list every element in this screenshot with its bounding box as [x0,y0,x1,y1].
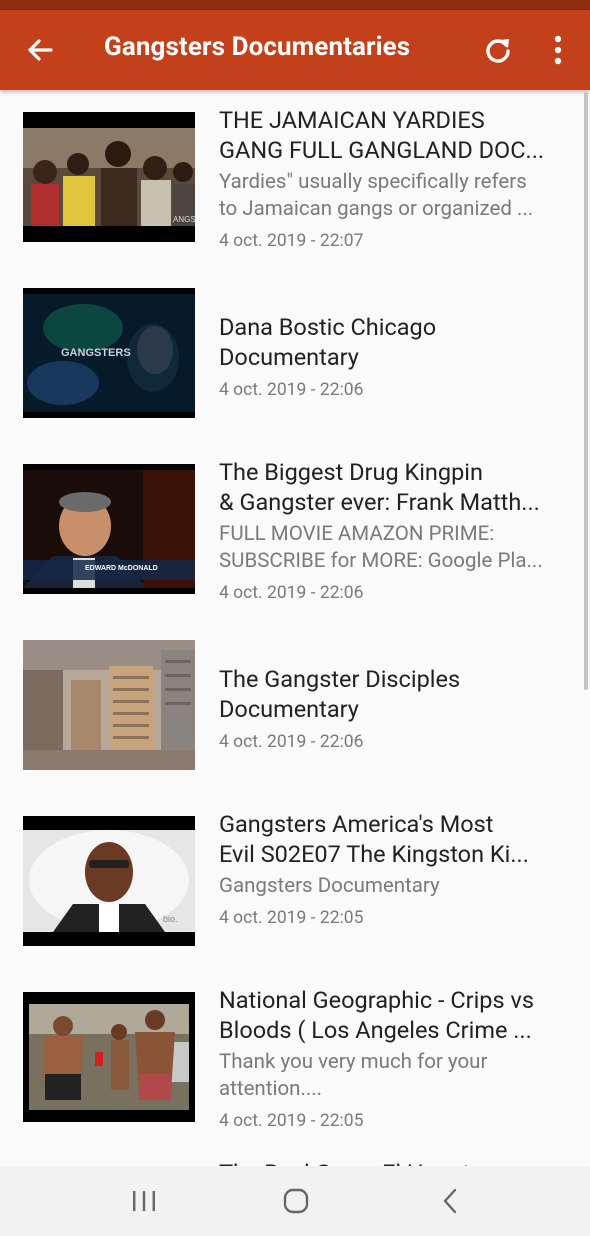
video-date: 4 oct. 2019 - 22:06 [219,732,364,752]
video-title: Documentary [219,695,359,723]
video-title: Evil S02E07 The Kingston Ki... [219,840,529,868]
video-item[interactable]: EDWARD McDONALD The Biggest Drug Kingpin… [0,442,590,618]
video-title: Bloods ( Los Angeles Crime ... [219,1016,532,1044]
scrollbar[interactable] [584,92,588,690]
video-item[interactable]: National Geographic - Crips vs Bloods ( … [0,970,590,1146]
status-bar [0,0,590,10]
video-item[interactable]: The Real Gang: El Haunt... [0,1146,590,1166]
thumbnail-label: GANGSTERS [61,347,131,359]
home-icon[interactable] [276,1184,316,1218]
recent-apps-icon[interactable] [124,1184,164,1218]
thumbnail-label: bio. [163,914,178,924]
video-thumbnail[interactable]: EDWARD McDONALD [23,464,195,594]
video-description: SUBSCRIBE for MORE: Google Pla... [219,549,543,573]
nav-back-icon[interactable] [430,1184,470,1218]
video-list[interactable]: ANGS THE JAMAICAN YARDIES GANG FULL GANG… [0,90,590,1166]
more-vertical-icon[interactable] [544,32,572,68]
video-thumbnail[interactable] [23,640,195,770]
video-title: THE JAMAICAN YARDIES [219,106,485,134]
page-title: Gangsters Documentaries [104,32,411,62]
video-title: Dana Bostic Chicago [219,313,437,341]
svg-text:ANGS: ANGS [173,215,195,224]
system-nav-bar [0,1166,590,1236]
video-title: GANG FULL GANGLAND DOC... [219,136,545,164]
video-description: Thank you very much for your [219,1050,488,1074]
video-description: attention.... [219,1077,323,1101]
video-title: & Gangster ever: Frank Matth... [219,488,540,516]
refresh-icon[interactable] [482,34,514,66]
video-thumbnail[interactable] [23,992,195,1122]
video-description: FULL MOVIE AMAZON PRIME: [219,522,495,546]
video-item[interactable]: ANGS THE JAMAICAN YARDIES GANG FULL GANG… [0,90,590,266]
video-item[interactable]: bio. Gangsters America's Most Evil S02E0… [0,794,590,970]
app-bar: Gangsters Documentaries [0,10,590,90]
video-item[interactable]: GANGSTERS Dana Bostic Chicago Documentar… [0,266,590,442]
video-date: 4 oct. 2019 - 22:06 [219,583,364,603]
video-title: The Gangster Disciples [219,665,461,693]
video-item[interactable]: The Gangster Disciples Documentary 4 oct… [0,618,590,794]
video-description: Gangsters Documentary [219,874,440,898]
video-description: to Jamaican gangs or organized ... [219,197,534,221]
video-thumbnail[interactable]: GANGSTERS [23,288,195,418]
video-title: National Geographic - Crips vs [219,986,534,1014]
arrow-left-icon[interactable] [22,32,58,68]
video-title: The Biggest Drug Kingpin [219,458,483,486]
video-description: Yardies" usually specifically refers [219,170,527,194]
video-date: 4 oct. 2019 - 22:05 [219,1111,364,1131]
video-date: 4 oct. 2019 - 22:07 [219,231,364,251]
video-title: The Real Gang: El Haunt... [219,1158,571,1166]
video-date: 4 oct. 2019 - 22:05 [219,908,364,928]
video-title: Documentary [219,343,359,371]
video-thumbnail[interactable]: ANGS [23,112,195,242]
thumbnail-label: EDWARD McDONALD [85,565,158,572]
video-thumbnail[interactable]: bio. [23,816,195,946]
video-title: Gangsters America's Most [219,810,494,838]
video-date: 4 oct. 2019 - 22:06 [219,380,364,400]
